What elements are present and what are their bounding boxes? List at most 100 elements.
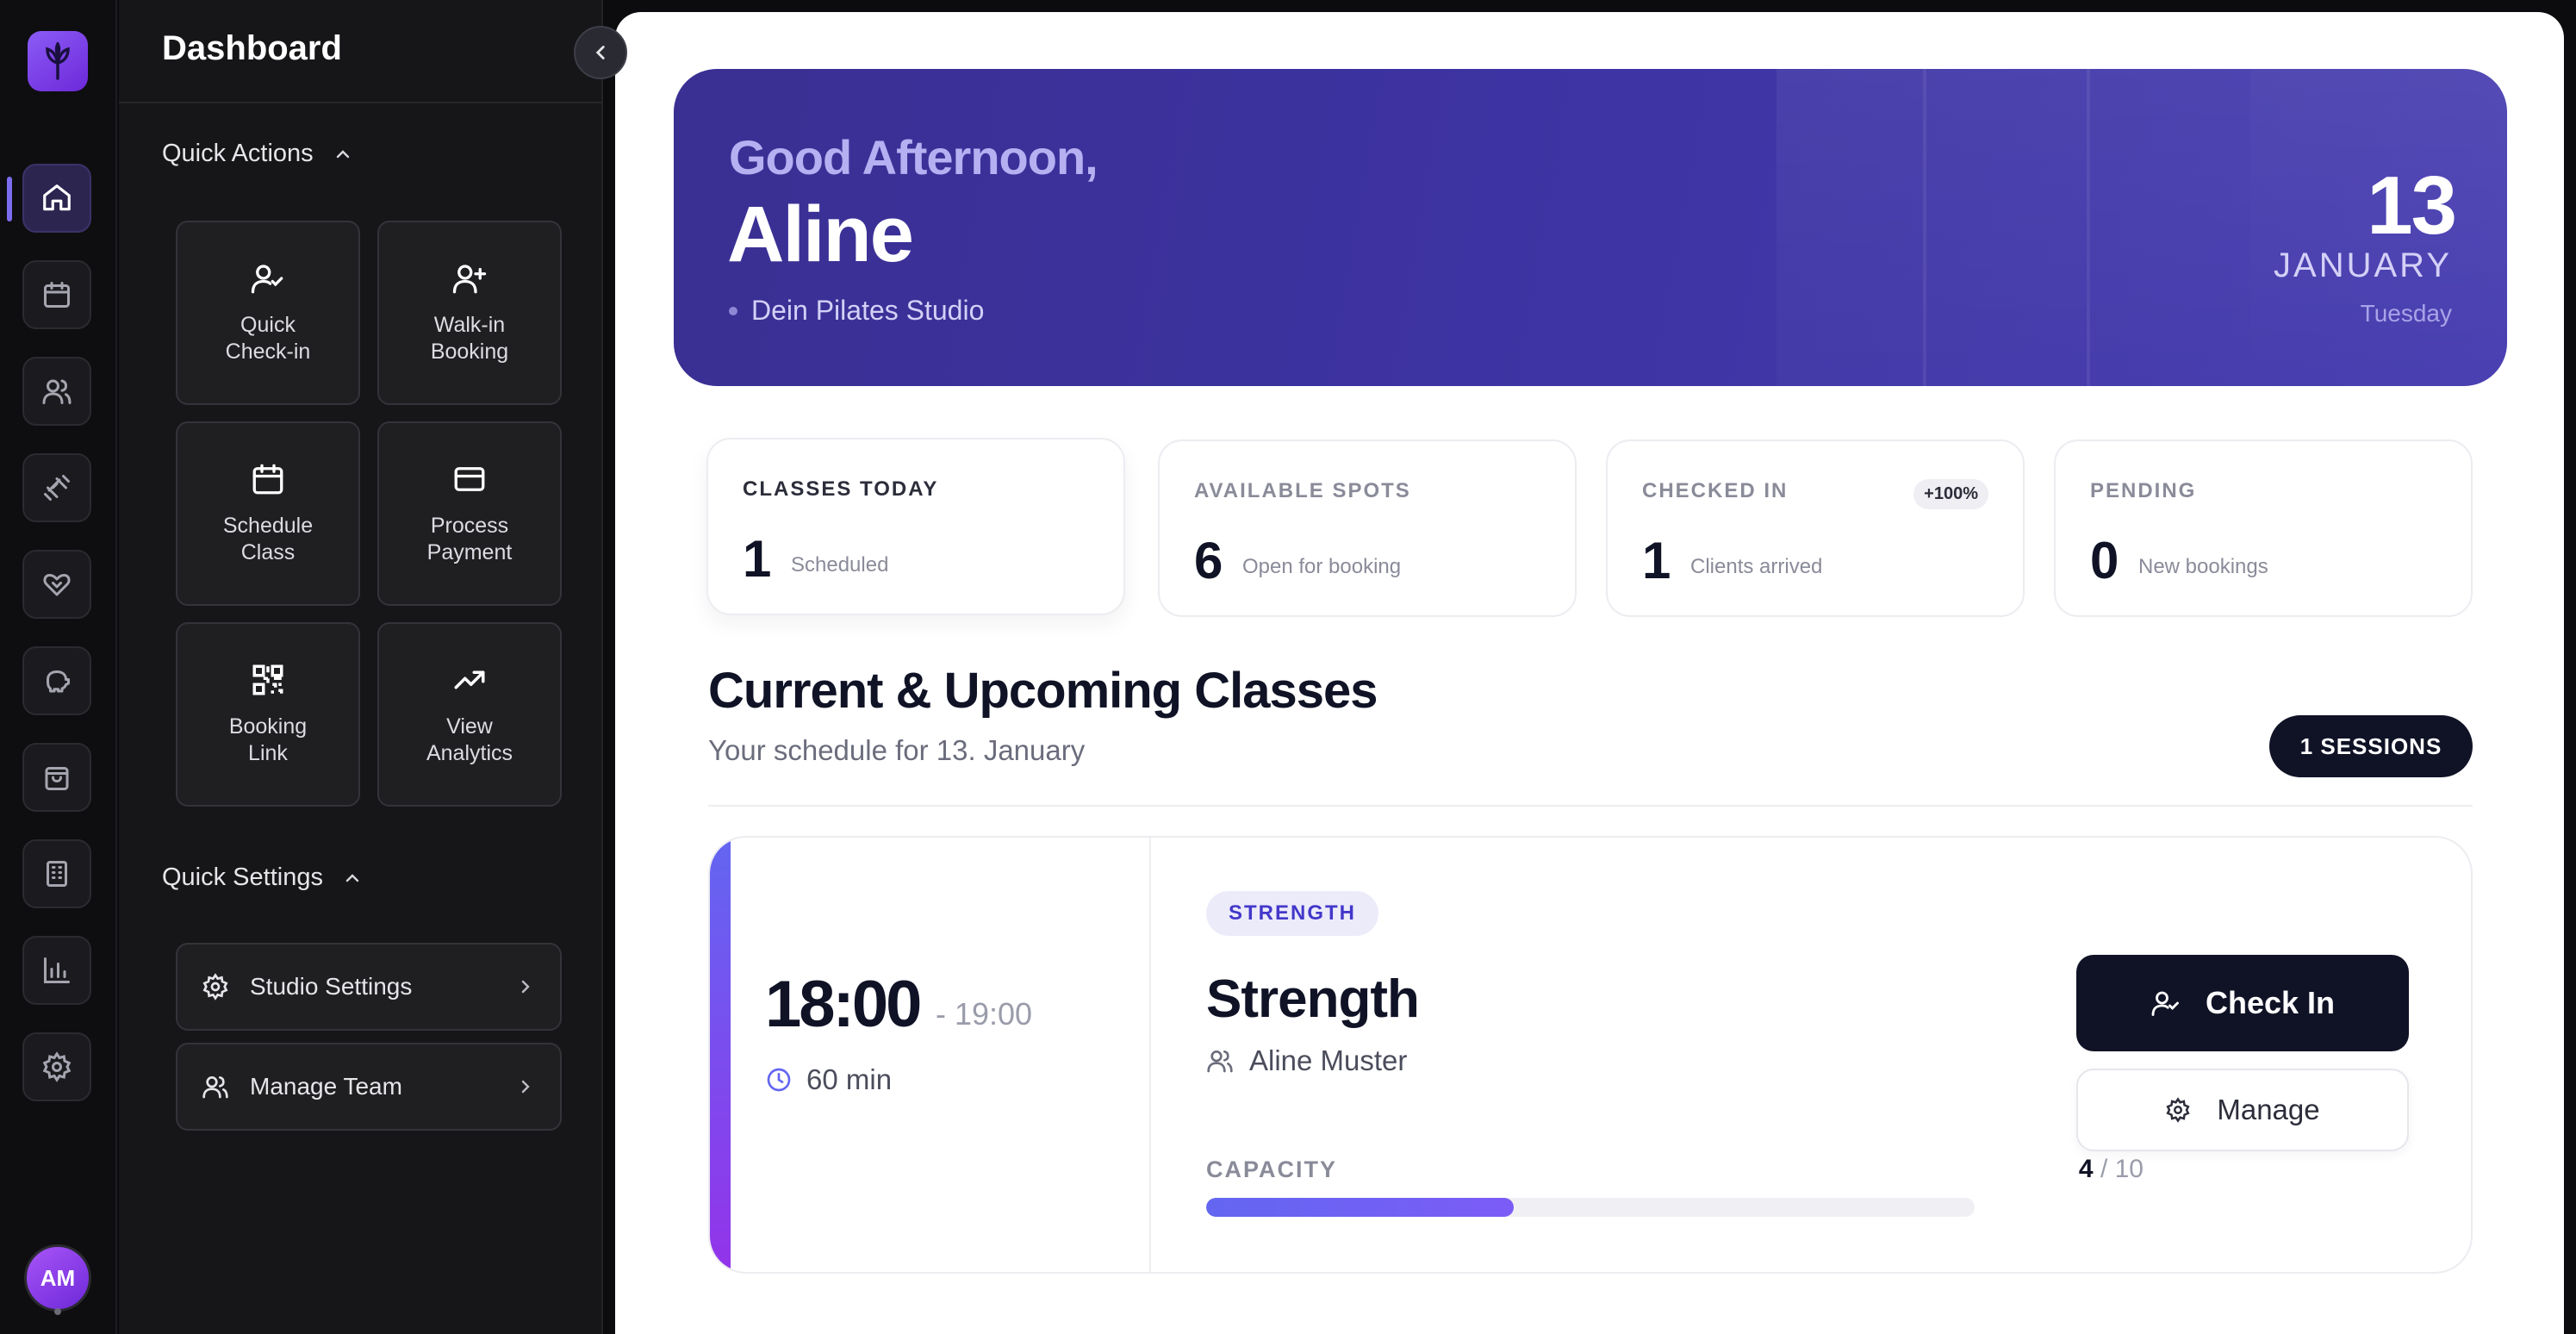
section-subtitle: Your schedule for 13. January xyxy=(708,734,1086,766)
collapse-sidebar-button[interactable] xyxy=(574,26,627,79)
quick-actions-toggle[interactable]: Quick Actions xyxy=(162,140,353,168)
booking-link-button[interactable]: Booking Link xyxy=(176,622,360,807)
nav-studio[interactable] xyxy=(22,839,91,908)
quick-action-label: Walk-in Booking xyxy=(430,313,509,364)
chevron-right-icon xyxy=(521,980,530,994)
panel-title: Dashboard xyxy=(162,29,342,67)
home-icon xyxy=(43,184,71,211)
calendar-icon xyxy=(252,464,283,495)
date-month: JANUARY xyxy=(2274,246,2452,284)
stat-card-available-spots[interactable]: AVAILABLE SPOTS 6 Open for booking xyxy=(1158,439,1577,617)
trend-badge: +100% xyxy=(1913,479,1988,509)
stat-label: CHECKED IN xyxy=(1642,479,1789,502)
users-icon xyxy=(1207,1050,1233,1073)
chevron-right-icon xyxy=(521,1080,530,1094)
check-in-button[interactable]: Check In xyxy=(2076,955,2409,1051)
class-instructor: Aline Muster xyxy=(1206,1044,1407,1077)
process-payment-button[interactable]: Process Payment xyxy=(377,421,562,606)
studio-name-text: Dein Pilates Studio xyxy=(751,295,985,326)
panel-divider xyxy=(119,102,603,103)
nav-calendar[interactable] xyxy=(22,260,91,329)
manage-label: Manage xyxy=(2217,1094,2320,1125)
view-analytics-button[interactable]: View Analytics xyxy=(377,622,562,807)
shopping-bag-icon xyxy=(45,767,69,790)
stat-sub: Clients arrived xyxy=(1690,555,1823,578)
studio-name: Dein Pilates Studio xyxy=(729,295,984,327)
quick-settings-toggle[interactable]: Quick Settings xyxy=(162,863,363,892)
class-card: 18:00 - 19:00 60 min STRENGTH Strength A… xyxy=(708,836,2473,1274)
walk-in-booking-button[interactable]: Walk-in Booking xyxy=(377,221,562,405)
quick-action-label: Booking Link xyxy=(228,714,308,765)
date-day: 13 xyxy=(2367,159,2457,252)
icon-rail: AM xyxy=(0,0,117,1334)
nav-classes[interactable] xyxy=(22,453,91,522)
stat-value: 1 xyxy=(1642,532,1671,589)
quick-settings-label: Quick Settings xyxy=(162,863,323,891)
manage-team-button[interactable]: Manage Team xyxy=(176,1043,562,1131)
nav-clients[interactable] xyxy=(22,357,91,426)
capacity-booked: 4 xyxy=(2078,1155,2094,1183)
class-accent-bar xyxy=(710,838,731,1272)
manage-team-label: Manage Team xyxy=(250,1073,402,1100)
stat-card-pending[interactable]: PENDING 0 New bookings xyxy=(2054,439,2473,617)
studio-settings-button[interactable]: Studio Settings xyxy=(176,943,562,1031)
card-divider xyxy=(1149,838,1151,1272)
capacity-value: 4 / 10 xyxy=(1902,1155,2144,1184)
quick-actions-label: Quick Actions xyxy=(162,140,314,167)
nav-shop[interactable] xyxy=(22,743,91,812)
stat-label: CLASSES TODAY xyxy=(743,477,939,501)
users-icon xyxy=(202,1076,228,1099)
greeting: Good Afternoon, xyxy=(729,130,1098,184)
chevron-up-icon xyxy=(345,873,359,882)
capacity-progress-fill xyxy=(1206,1198,1514,1217)
stat-sub: New bookings xyxy=(2138,555,2268,578)
side-panel: Dashboard Quick Actions Quick Check-in W… xyxy=(119,0,603,1334)
nav-analytics[interactable] xyxy=(22,936,91,1005)
class-duration: 60 min xyxy=(765,1063,892,1096)
building-icon xyxy=(47,861,67,887)
active-indicator xyxy=(7,177,12,221)
user-check-icon xyxy=(251,265,283,294)
users-icon xyxy=(42,379,72,404)
quick-checkin-button[interactable]: Quick Check-in xyxy=(176,221,360,405)
instructor-name: Aline Muster xyxy=(1249,1044,1408,1076)
schedule-class-button[interactable]: Schedule Class xyxy=(176,421,360,606)
stat-value: 0 xyxy=(2090,532,2119,589)
class-category-tag: STRENGTH xyxy=(1206,891,1378,936)
clock-icon xyxy=(767,1068,791,1092)
banner-decoration xyxy=(1776,69,2250,386)
stat-card-classes-today[interactable]: CLASSES TODAY 1 Scheduled xyxy=(706,438,1125,615)
nav-settings[interactable] xyxy=(22,1032,91,1101)
app-logo[interactable] xyxy=(28,31,88,91)
gear-icon xyxy=(202,973,228,1000)
avatar-initials: AM xyxy=(40,1264,76,1291)
banner-decoration xyxy=(2087,69,2090,386)
sessions-count-badge: 1 SESSIONS xyxy=(2269,715,2473,777)
stat-value: 1 xyxy=(743,530,772,588)
stat-sub: Open for booking xyxy=(1242,555,1402,578)
banner-decoration xyxy=(1923,69,1926,386)
quick-action-label: Schedule Class xyxy=(222,514,314,564)
piggy-bank-icon xyxy=(47,670,70,693)
date-weekday: Tuesday xyxy=(2360,300,2452,327)
user-check-icon xyxy=(2151,991,2179,1016)
capacity-progress-bar xyxy=(1206,1198,1975,1217)
stat-card-checked-in[interactable]: CHECKED IN +100% 1 Clients arrived xyxy=(1606,439,2025,617)
stat-value: 6 xyxy=(1194,532,1223,589)
chevron-left-icon xyxy=(595,46,605,59)
user-avatar[interactable]: AM xyxy=(24,1244,91,1312)
nav-memberships[interactable] xyxy=(22,550,91,619)
trending-up-icon xyxy=(454,670,485,689)
welcome-banner: Good Afternoon, Aline Dein Pilates Studi… xyxy=(674,69,2507,386)
status-dot xyxy=(54,1308,61,1315)
class-start-time: 18:00 xyxy=(765,968,922,1041)
nav-home[interactable] xyxy=(22,164,91,233)
qr-code-icon xyxy=(252,664,283,695)
credit-card-icon xyxy=(454,467,485,491)
main-content: Good Afternoon, Aline Dein Pilates Studi… xyxy=(615,12,2564,1334)
capacity-total: / 10 xyxy=(2100,1155,2144,1183)
manage-class-button[interactable]: Manage xyxy=(2076,1069,2409,1151)
bar-chart-icon xyxy=(44,957,70,983)
gear-icon xyxy=(42,1051,72,1082)
nav-finance[interactable] xyxy=(22,646,91,715)
